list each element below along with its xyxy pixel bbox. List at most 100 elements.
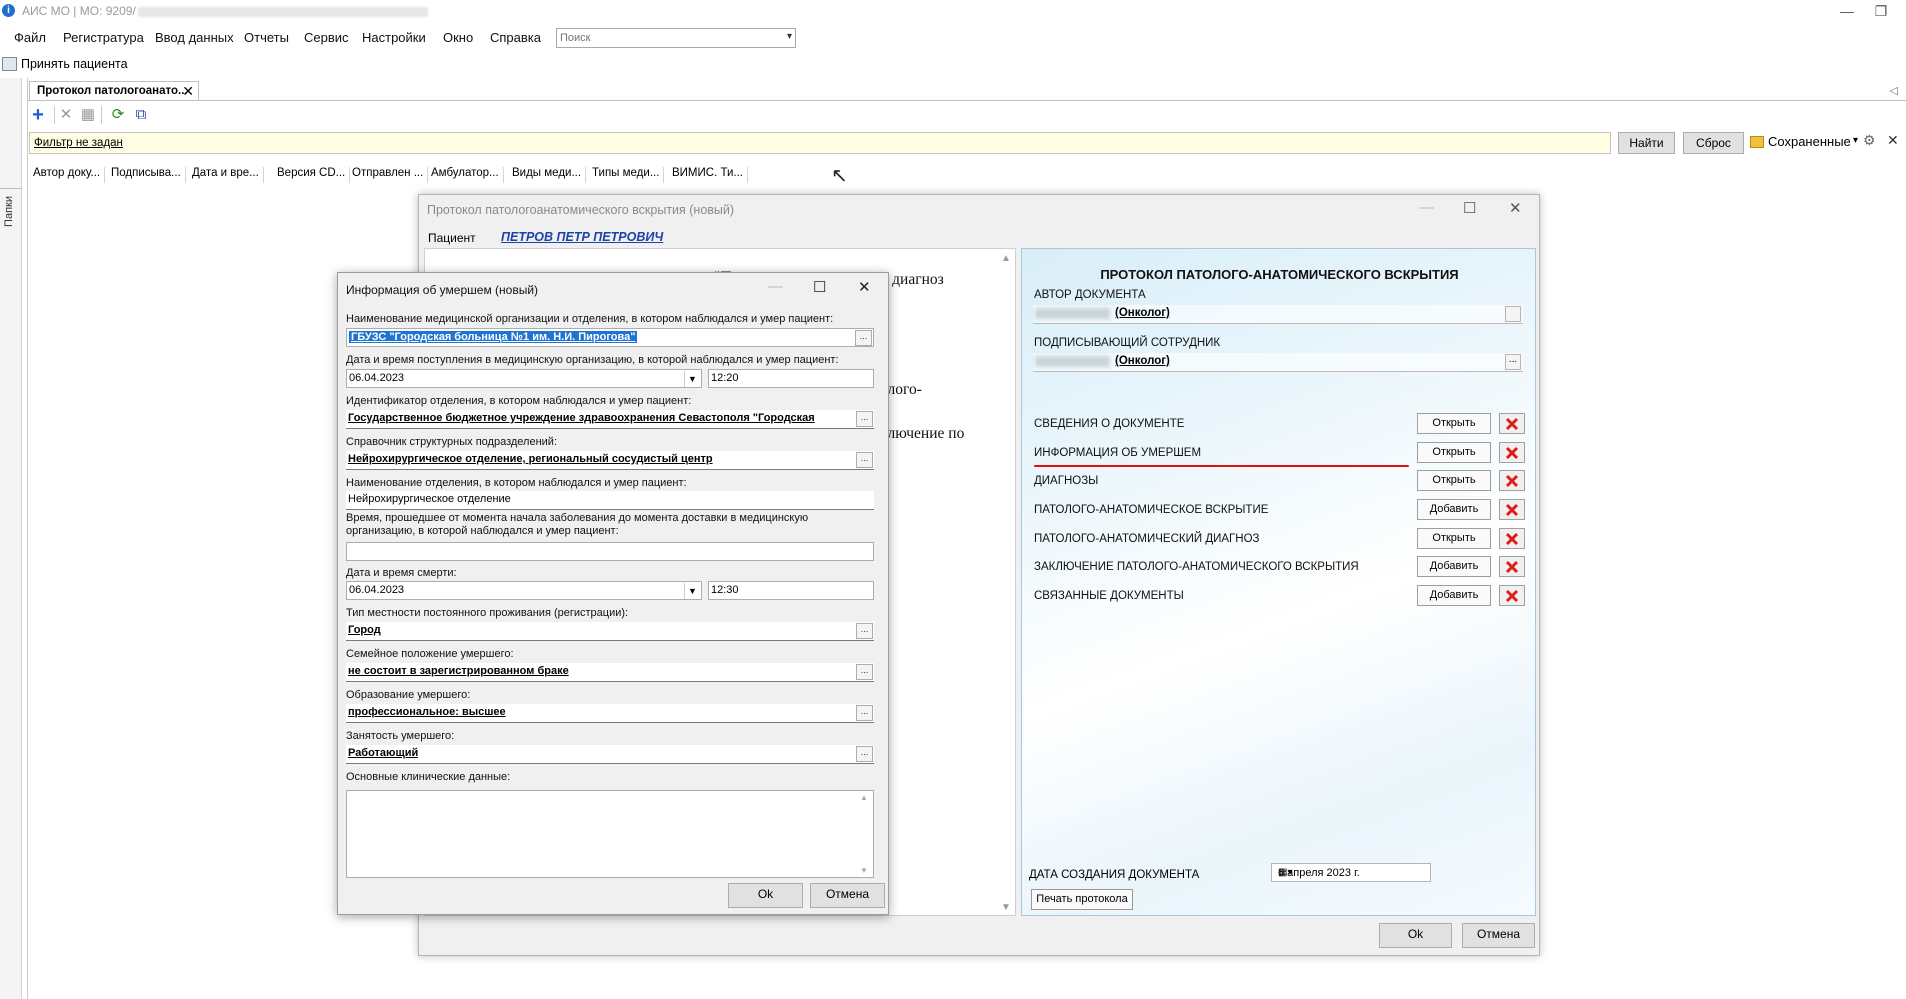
chevron-down-icon[interactable]: ▾	[1853, 135, 1858, 146]
dept-id-select-button[interactable]: ...	[856, 411, 873, 427]
employment-select-button[interactable]: ...	[856, 746, 873, 762]
restore-button[interactable]: ❐	[1864, 1, 1898, 21]
menu-help[interactable]: Справка	[490, 30, 541, 45]
column-header[interactable]: Типы меди...	[592, 167, 665, 183]
education-field[interactable]: профессиональное: высшее ...	[346, 704, 874, 723]
close-filter-icon[interactable]: ✕	[1887, 132, 1899, 149]
org-field[interactable]: ГБУЗС "Городская больница №1 им. Н.И. Пи…	[346, 328, 874, 347]
column-header[interactable]: Автор доку...	[33, 167, 106, 183]
scroll-up-icon[interactable]: ▲	[860, 793, 868, 802]
menu-window[interactable]: Окно	[443, 30, 473, 45]
close-tab-icon[interactable]: ✕	[182, 83, 194, 100]
minimize-icon[interactable]: —	[768, 278, 783, 295]
protocol-ok-button[interactable]: Ok	[1379, 923, 1452, 948]
creation-date-picker[interactable]: 6 апреля 2023 г. ▦▾	[1271, 863, 1431, 882]
copy-icon[interactable]: ⧉	[132, 106, 150, 124]
menu-data-entry[interactable]: Ввод данных	[155, 30, 234, 45]
open-pathology-diagnosis-button[interactable]: Открыть	[1417, 528, 1491, 549]
tab-protocol[interactable]: Протокол патологоанато... ✕	[29, 81, 199, 101]
refresh-icon[interactable]: ⟳	[109, 106, 127, 124]
menu-reports[interactable]: Отчеты	[244, 30, 289, 45]
find-button[interactable]: Найти	[1618, 132, 1675, 154]
author-select-button[interactable]	[1505, 306, 1521, 322]
death-date-field[interactable]: 06.04.2023 ▼	[346, 581, 702, 600]
column-header[interactable]: Амбулатор...	[431, 167, 504, 183]
delete-deceased-info-button[interactable]	[1499, 442, 1525, 463]
minimize-icon[interactable]: —	[1419, 199, 1434, 216]
scroll-down-icon[interactable]: ▼	[1001, 902, 1011, 913]
locality-select-button[interactable]: ...	[856, 623, 873, 639]
dialog-ok-button[interactable]: Ok	[728, 883, 803, 908]
menu-file[interactable]: Файл	[14, 30, 46, 45]
menu-service[interactable]: Сервис	[304, 30, 349, 45]
properties-icon[interactable]: ▦	[79, 106, 97, 124]
column-header[interactable]: ВИМИС. Ти...	[672, 167, 749, 183]
signer-select-button[interactable]: ...	[1505, 354, 1521, 370]
close-icon[interactable]: ✕	[858, 278, 871, 296]
author-field[interactable]: (Онколог)	[1033, 305, 1523, 324]
print-protocol-button[interactable]: Печать протокола	[1031, 889, 1133, 910]
death-time-field[interactable]: 12:30	[708, 581, 874, 600]
preview-scrollbar[interactable]: ▲ ▼	[999, 253, 1013, 913]
scroll-up-icon[interactable]: ▲	[1001, 253, 1011, 264]
dialog-cancel-button[interactable]: Отмена	[810, 883, 885, 908]
time-to-delivery-field[interactable]	[346, 542, 874, 561]
add-autopsy-button[interactable]: Добавить	[1417, 499, 1491, 520]
column-header[interactable]: Версия CD...	[277, 167, 351, 183]
folders-tab[interactable]: Папки	[3, 196, 15, 227]
employment-field[interactable]: Работающий ...	[346, 745, 874, 764]
textarea-scrollbar[interactable]: ▲ ▼	[860, 793, 872, 875]
collapse-arrow-icon[interactable]: ◁	[1890, 84, 1898, 97]
education-select-button[interactable]: ...	[856, 705, 873, 721]
saved-filters-dropdown[interactable]: Сохраненные	[1768, 134, 1851, 149]
delete-autopsy-conclusion-button[interactable]	[1499, 556, 1525, 577]
minimize-button[interactable]: —	[1830, 1, 1864, 21]
delete-document-info-button[interactable]	[1499, 413, 1525, 434]
column-header[interactable]: Виды меди...	[512, 167, 587, 183]
marital-field[interactable]: не состоит в зарегистрированном браке ..…	[346, 663, 874, 682]
delete-autopsy-button[interactable]	[1499, 499, 1525, 520]
calendar-icon[interactable]: ▦▾	[1278, 867, 1426, 878]
close-icon[interactable]: ✕	[1509, 199, 1522, 217]
delete-related-documents-button[interactable]	[1499, 585, 1525, 606]
scroll-down-icon[interactable]: ▼	[860, 866, 868, 875]
search-input[interactable]	[557, 29, 767, 47]
marital-select-button[interactable]: ...	[856, 664, 873, 680]
clinical-data-textarea[interactable]: ▲ ▼	[346, 790, 874, 878]
column-header[interactable]: Отправлен ...	[352, 167, 429, 183]
column-header[interactable]: Подписыва...	[111, 167, 186, 183]
chevron-down-icon[interactable]: ▼	[684, 371, 700, 387]
chevron-down-icon[interactable]: ▾	[787, 31, 792, 42]
admit-time-field[interactable]: 12:20	[708, 369, 874, 388]
add-icon[interactable]: +	[29, 105, 47, 125]
column-header[interactable]: Дата и вре...	[192, 167, 264, 183]
delete-icon[interactable]: ✕	[57, 106, 75, 124]
menu-settings[interactable]: Настройки	[362, 30, 426, 45]
reset-button[interactable]: Сброс	[1683, 132, 1744, 154]
maximize-icon[interactable]: ☐	[813, 278, 826, 296]
protocol-cancel-button[interactable]: Отмена	[1462, 923, 1535, 948]
menu-registry[interactable]: Регистратура	[63, 30, 144, 45]
struct-select-button[interactable]: ...	[856, 452, 873, 468]
open-document-info-button[interactable]: Открыть	[1417, 413, 1491, 434]
admit-date-field[interactable]: 06.04.2023 ▼	[346, 369, 702, 388]
dept-name-field[interactable]: Нейрохирургическое отделение	[346, 491, 874, 510]
add-related-documents-button[interactable]: Добавить	[1417, 585, 1491, 606]
chevron-down-icon[interactable]: ▼	[684, 583, 700, 599]
maximize-icon[interactable]: ☐	[1463, 199, 1476, 217]
open-diagnoses-button[interactable]: Открыть	[1417, 470, 1491, 491]
delete-pathology-diagnosis-button[interactable]	[1499, 528, 1525, 549]
signer-field[interactable]: (Онколог) ...	[1033, 353, 1523, 372]
patient-name-link[interactable]: ПЕТРОВ ПЕТР ПЕТРОВИЧ	[501, 230, 663, 244]
search-combobox[interactable]: ▾	[556, 28, 796, 48]
filter-link[interactable]: Фильтр не задан	[34, 137, 123, 149]
locality-field[interactable]: Город ...	[346, 622, 874, 641]
struct-field[interactable]: Нейрохирургическое отделение, региональн…	[346, 451, 874, 470]
dept-id-field[interactable]: Государственное бюджетное учреждение здр…	[346, 410, 874, 429]
open-deceased-info-button[interactable]: Открыть	[1417, 442, 1491, 463]
add-autopsy-conclusion-button[interactable]: Добавить	[1417, 556, 1491, 577]
section-autopsy-conclusion: ЗАКЛЮЧЕНИЕ ПАТОЛОГО-АНАТОМИЧЕСКОГО ВСКРЫ…	[1034, 561, 1359, 573]
filter-settings-icon[interactable]: ⚙	[1863, 132, 1876, 149]
delete-diagnoses-button[interactable]	[1499, 470, 1525, 491]
org-select-button[interactable]: ...	[855, 330, 872, 346]
